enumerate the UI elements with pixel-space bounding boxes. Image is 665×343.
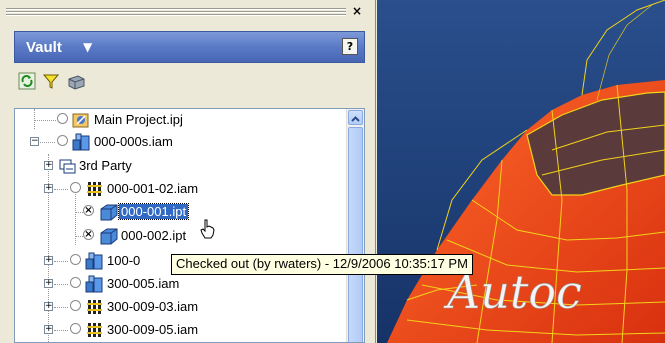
tree-item-label: 3rd Party	[79, 158, 132, 173]
tree-connector	[75, 236, 83, 237]
tree-scrollbar[interactable]	[346, 109, 364, 342]
expand-icon[interactable]: +	[44, 184, 53, 193]
tree-connector	[54, 284, 68, 285]
tree-item-000-000s[interactable]: − 000-000s.iam	[15, 131, 345, 153]
expand-icon[interactable]: +	[44, 279, 53, 288]
status-circle	[70, 300, 81, 311]
tree-item-300-009-05[interactable]: + 300-009-05.iam	[15, 319, 345, 341]
project-icon	[72, 111, 90, 129]
expand-icon[interactable]: +	[44, 325, 53, 334]
status-circle	[70, 182, 81, 193]
vault-tree[interactable]: Main Project.ipj − 000-000s.iam + 3rd Pa…	[14, 108, 365, 343]
tree-item-label: 100-0	[107, 253, 141, 268]
tree-connector	[54, 307, 68, 308]
tree-item-000-001-02[interactable]: + 000-001-02.iam	[15, 178, 345, 200]
vault-browser-panel: × Vault ▼ ? Main Project.ipj − 000-000s.…	[0, 0, 376, 343]
tree-item-000-002-ipt[interactable]: × 000-002.ipt	[15, 225, 345, 247]
filter-icon[interactable]	[42, 72, 62, 92]
dropdown-caret-icon[interactable]: ▼	[83, 40, 92, 54]
tree-item-label: 300-005.iam	[107, 276, 180, 291]
scroll-thumb[interactable]	[348, 127, 363, 342]
3d-viewport[interactable]: Autoc	[377, 0, 665, 343]
tree-item-300-009-03[interactable]: + 300-009-03.iam	[15, 296, 345, 318]
assembly-grid-icon	[85, 180, 103, 198]
part-icon	[99, 227, 118, 245]
part-icon	[99, 203, 118, 221]
tree-connector	[54, 189, 68, 190]
tree-item-label: Main Project.ipj	[94, 112, 183, 127]
panel-grip[interactable]	[6, 8, 346, 18]
tree-connector	[54, 330, 68, 331]
scroll-up-button[interactable]	[348, 110, 363, 125]
tree-connector	[54, 261, 68, 262]
tree-item-main-project[interactable]: Main Project.ipj	[15, 109, 345, 131]
assembly-icon	[72, 133, 90, 151]
status-circle	[70, 277, 81, 288]
help-button[interactable]: ?	[342, 38, 358, 55]
tree-item-300-005[interactable]: + 300-005.iam	[15, 273, 345, 295]
assembly-grid-icon	[85, 298, 103, 316]
assembly-icon	[85, 275, 103, 293]
refresh-icon[interactable]	[18, 72, 38, 92]
checked-out-icon: ×	[83, 205, 94, 216]
vault-header[interactable]: Vault ▼ ?	[14, 31, 365, 63]
assembly-grid-icon	[85, 321, 103, 339]
checked-out-icon: ×	[83, 229, 94, 240]
status-circle	[57, 113, 68, 124]
server-icon[interactable]	[66, 72, 86, 92]
tree-item-label: 000-002.ipt	[121, 228, 187, 243]
tree-connector	[40, 142, 55, 143]
tree-item-label: 000-001-02.iam	[107, 181, 199, 196]
folder-icon	[58, 157, 76, 175]
tree-item-3rd-party[interactable]: + 3rd Party	[15, 155, 345, 177]
expand-icon[interactable]: +	[44, 161, 53, 170]
collapse-icon[interactable]: −	[30, 137, 39, 146]
status-circle	[57, 135, 68, 146]
close-panel-button[interactable]: ×	[352, 5, 362, 17]
assembly-icon	[85, 252, 103, 270]
car-model-render: Autoc	[377, 0, 665, 343]
tree-item-000-001-ipt[interactable]: × 000-001.ipt	[15, 201, 345, 223]
hand-cursor-icon	[200, 219, 216, 243]
status-circle	[70, 323, 81, 334]
tree-item-label: 300-009-03.iam	[107, 299, 199, 314]
tree-item-label: 000-000s.iam	[94, 134, 173, 149]
checkout-tooltip: Checked out (by rwaters) - 12/9/2006 10:…	[171, 254, 473, 275]
status-circle	[70, 254, 81, 265]
tree-item-label: 300-009-05.iam	[107, 322, 199, 337]
tree-connector	[75, 212, 83, 213]
expand-icon[interactable]: +	[44, 302, 53, 311]
vault-title: Vault	[26, 39, 62, 56]
expand-icon[interactable]: +	[44, 256, 53, 265]
tree-item-label: 000-001.ipt	[117, 203, 190, 220]
